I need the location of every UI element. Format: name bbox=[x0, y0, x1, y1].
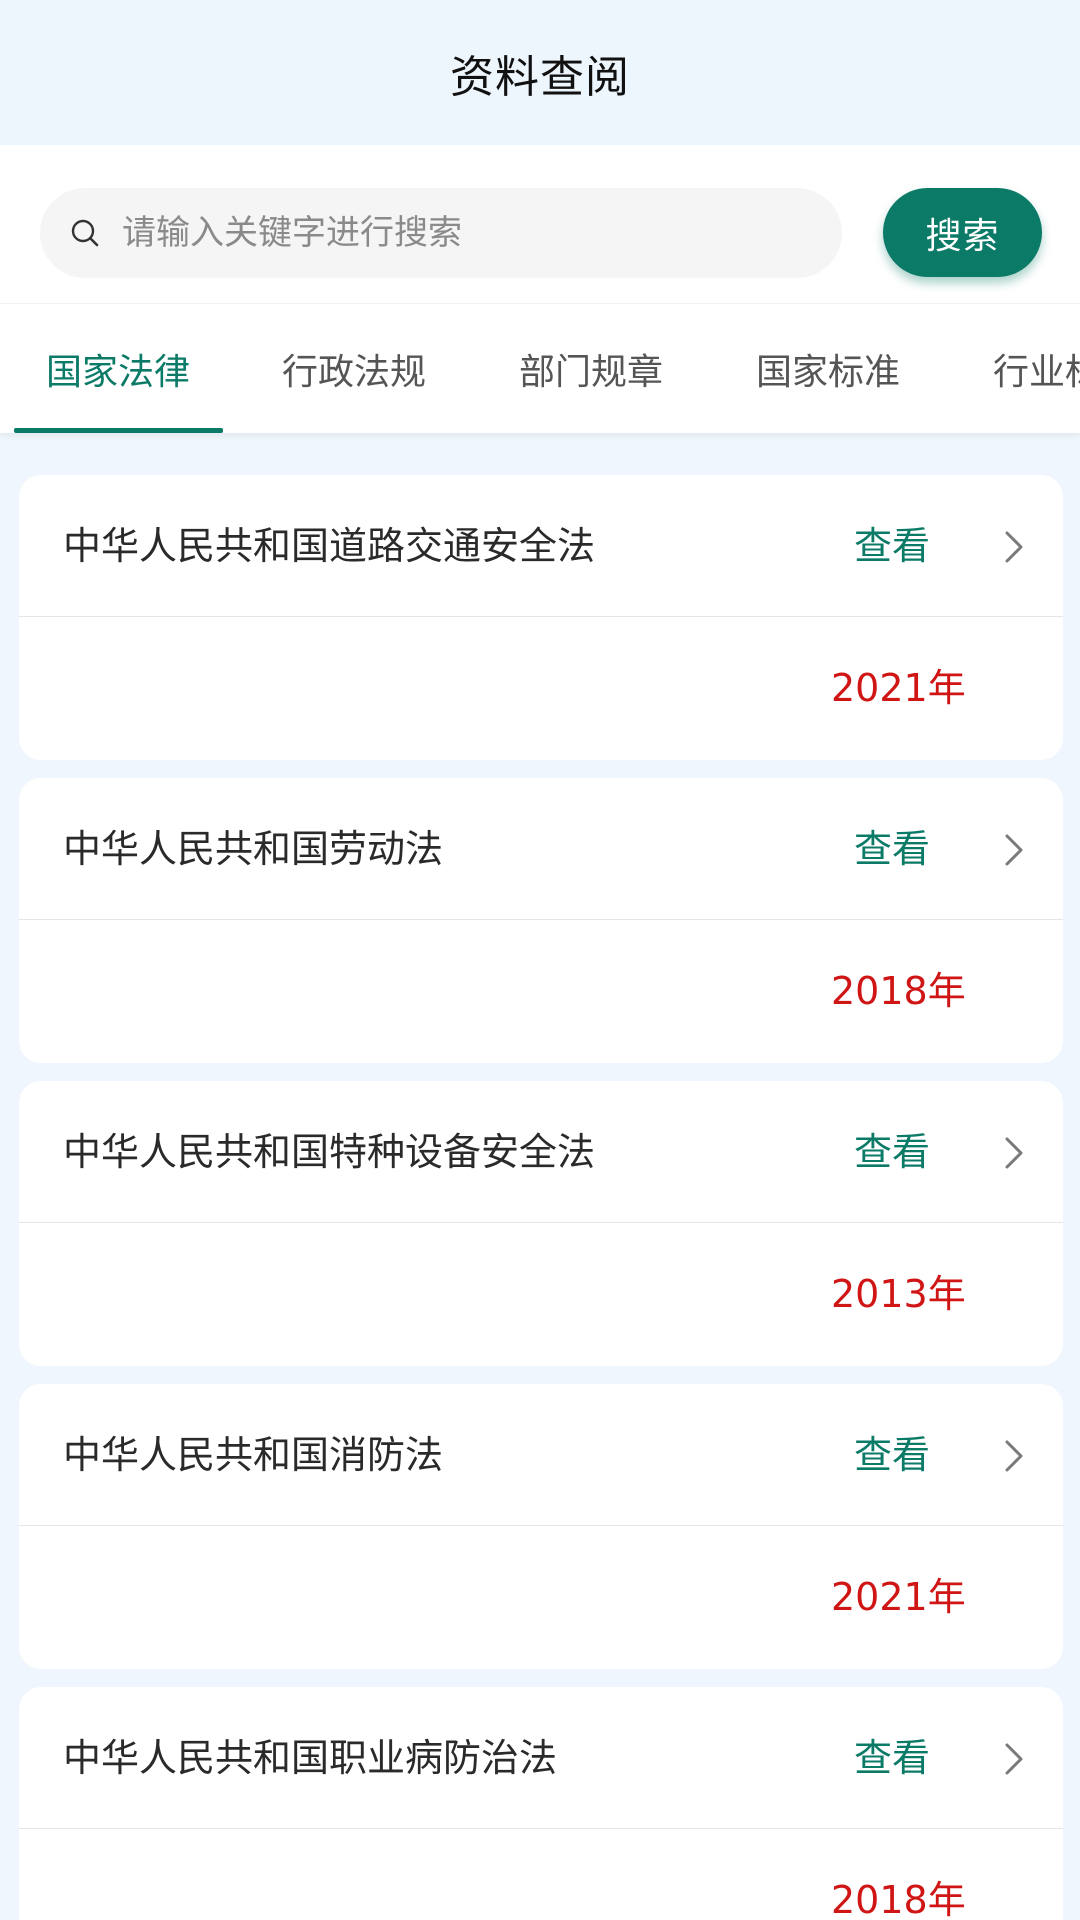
law-card-header[interactable]: 中华人民共和国职业病防治法 查看 bbox=[19, 1687, 1063, 1829]
search-button[interactable]: 搜索 bbox=[883, 188, 1042, 277]
law-year: 2018年 bbox=[831, 1878, 966, 1920]
law-title: 中华人民共和国职业病防治法 bbox=[63, 1736, 558, 1780]
law-card: 中华人民共和国道路交通安全法 查看 2021年 bbox=[19, 475, 1063, 760]
view-link[interactable]: 查看 bbox=[854, 475, 930, 617]
tab-industry-standards[interactable]: 行业标准 bbox=[961, 304, 1080, 433]
law-card: 中华人民共和国劳动法 查看 2018年 bbox=[19, 778, 1063, 1063]
law-card-header[interactable]: 中华人民共和国劳动法 查看 bbox=[19, 778, 1063, 920]
tab-national-law[interactable]: 国家法律 bbox=[14, 304, 222, 433]
tab-administrative-regulations[interactable]: 行政法规 bbox=[250, 304, 458, 433]
law-card-header[interactable]: 中华人民共和国消防法 查看 bbox=[19, 1384, 1063, 1526]
law-card: 中华人民共和国消防法 查看 2021年 bbox=[19, 1384, 1063, 1669]
law-year: 2021年 bbox=[831, 1575, 966, 1619]
law-year: 2018年 bbox=[831, 969, 966, 1013]
law-title: 中华人民共和国道路交通安全法 bbox=[63, 524, 596, 568]
law-card: 中华人民共和国特种设备安全法 查看 2013年 bbox=[19, 1081, 1063, 1366]
law-title: 中华人民共和国消防法 bbox=[63, 1433, 444, 1477]
law-card-header[interactable]: 中华人民共和国特种设备安全法 查看 bbox=[19, 1081, 1063, 1223]
search-input[interactable] bbox=[122, 213, 782, 253]
law-title: 中华人民共和国特种设备安全法 bbox=[63, 1130, 596, 1174]
tab-department-rules[interactable]: 部门规章 bbox=[487, 304, 695, 433]
chevron-right-icon[interactable] bbox=[993, 1436, 1033, 1476]
view-link[interactable]: 查看 bbox=[854, 1081, 930, 1223]
page-header: 资料查阅 bbox=[0, 0, 1080, 145]
search-box[interactable] bbox=[40, 188, 842, 278]
law-card: 中华人民共和国职业病防治法 查看 2018年 bbox=[19, 1687, 1063, 1920]
law-title: 中华人民共和国劳动法 bbox=[63, 827, 444, 871]
view-link[interactable]: 查看 bbox=[854, 1687, 930, 1829]
tab-national-standards[interactable]: 国家标准 bbox=[724, 304, 932, 433]
chevron-right-icon[interactable] bbox=[993, 830, 1033, 870]
law-list: 中华人民共和国道路交通安全法 查看 2021年 中华人民共和国劳动法 查看 20… bbox=[0, 433, 1080, 1920]
law-card-header[interactable]: 中华人民共和国道路交通安全法 查看 bbox=[19, 475, 1063, 617]
page-title: 资料查阅 bbox=[450, 51, 630, 103]
search-icon bbox=[70, 218, 100, 248]
search-section: 搜索 bbox=[0, 145, 1080, 303]
category-tabs: 国家法律 行政法规 部门规章 国家标准 行业标准 bbox=[0, 303, 1080, 433]
view-link[interactable]: 查看 bbox=[854, 1384, 930, 1526]
chevron-right-icon[interactable] bbox=[993, 527, 1033, 567]
chevron-right-icon[interactable] bbox=[993, 1739, 1033, 1779]
law-year: 2013年 bbox=[831, 1272, 966, 1316]
law-year: 2021年 bbox=[831, 666, 966, 710]
view-link[interactable]: 查看 bbox=[854, 778, 930, 920]
chevron-right-icon[interactable] bbox=[993, 1133, 1033, 1173]
